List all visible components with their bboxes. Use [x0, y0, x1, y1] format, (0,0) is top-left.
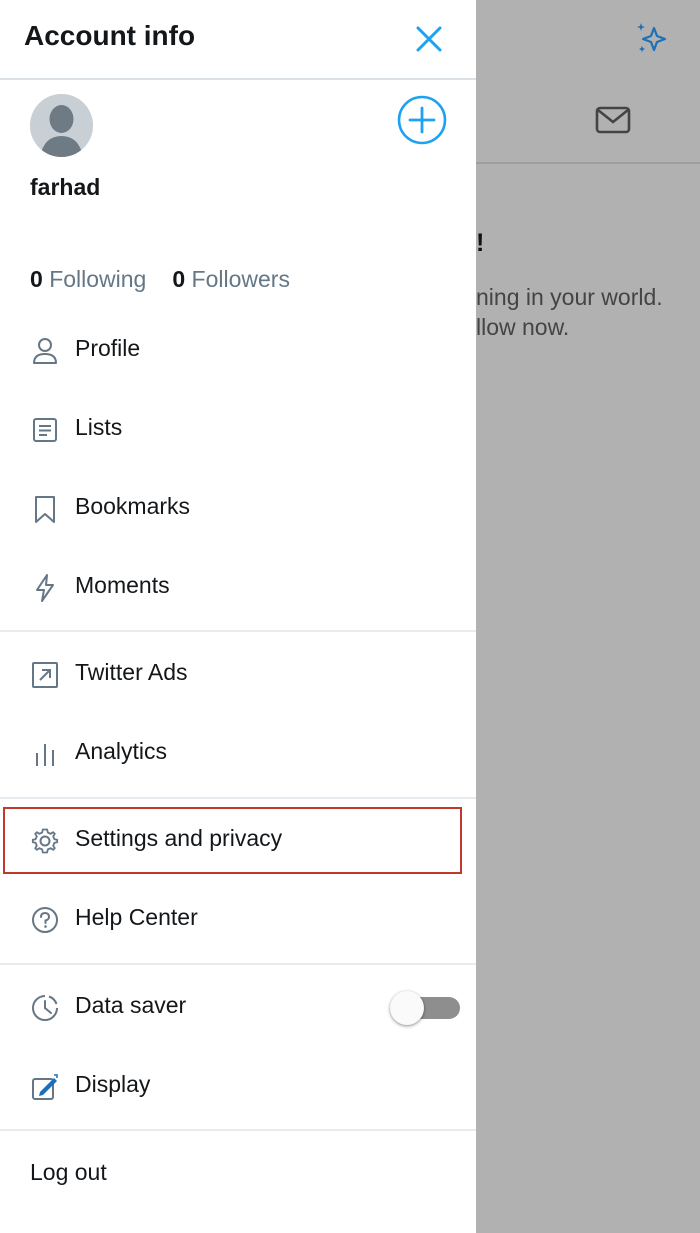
drawer-header: Account info: [0, 0, 476, 80]
menu-item-help-center[interactable]: Help Center: [0, 887, 476, 951]
menu-item-moments[interactable]: Moments: [0, 555, 476, 619]
external-arrow-icon: [32, 662, 58, 688]
menu-label-display: Display: [75, 1071, 151, 1097]
profile-icon: [33, 338, 57, 364]
divider: [0, 1129, 476, 1131]
help-icon: [32, 907, 58, 933]
selection-highlight: [3, 807, 462, 874]
logout-button[interactable]: Log out: [30, 1159, 107, 1186]
sparkle-icon[interactable]: [634, 20, 670, 56]
menu-label-moments: Moments: [75, 572, 170, 598]
menu-item-bookmarks[interactable]: Bookmarks: [0, 476, 476, 540]
close-icon[interactable]: [410, 20, 448, 58]
avatar[interactable]: [30, 94, 93, 157]
menu-label-help-center: Help Center: [75, 904, 198, 930]
avatar-silhouette-icon: [30, 94, 93, 157]
bg-line-1: ning in your world.: [476, 284, 663, 310]
bg-heading: !: [476, 229, 485, 257]
menu-label-profile: Profile: [75, 335, 141, 361]
username: farhad: [30, 174, 101, 200]
menu-item-twitter-ads[interactable]: Twitter Ads: [0, 642, 476, 706]
lists-icon: [33, 418, 57, 442]
menu-label-lists: Lists: [75, 414, 123, 440]
menu-item-display[interactable]: Display: [0, 1054, 476, 1118]
add-account-icon[interactable]: [396, 94, 448, 146]
drawer-title: Account info: [24, 20, 196, 51]
divider: [0, 797, 476, 799]
account-drawer: Account info farhad 0 Following 0 Followe…: [0, 0, 476, 1233]
followers-count: 0: [172, 266, 186, 292]
divider: [0, 963, 476, 965]
menu-item-lists[interactable]: Lists: [0, 397, 476, 461]
display-icon: [32, 1074, 58, 1100]
follow-stats: 0 Following 0 Followers: [30, 266, 290, 293]
menu-item-analytics[interactable]: Analytics: [0, 721, 476, 785]
bg-divider: [476, 162, 700, 164]
analytics-icon: [36, 744, 54, 766]
menu-item-profile[interactable]: Profile: [0, 318, 476, 382]
followers-link[interactable]: 0 Followers: [172, 266, 290, 292]
menu-label-data-saver: Data saver: [75, 992, 187, 1018]
data-saver-toggle[interactable]: [390, 991, 462, 1025]
following-count: 0: [30, 266, 43, 292]
toggle-thumb: [390, 991, 424, 1025]
following-label: Following: [49, 266, 147, 292]
data-saver-icon: [32, 995, 58, 1021]
following-link[interactable]: 0 Following: [30, 266, 146, 292]
menu-label-analytics: Analytics: [75, 738, 168, 764]
menu-label-twitter-ads: Twitter Ads: [75, 659, 188, 685]
bg-line-2: llow now.: [476, 314, 570, 340]
lightning-icon: [36, 574, 54, 602]
followers-label: Followers: [191, 266, 290, 292]
bookmark-icon: [35, 496, 55, 523]
divider: [0, 630, 476, 632]
mail-icon[interactable]: [594, 101, 632, 139]
menu-label-bookmarks: Bookmarks: [75, 493, 191, 519]
